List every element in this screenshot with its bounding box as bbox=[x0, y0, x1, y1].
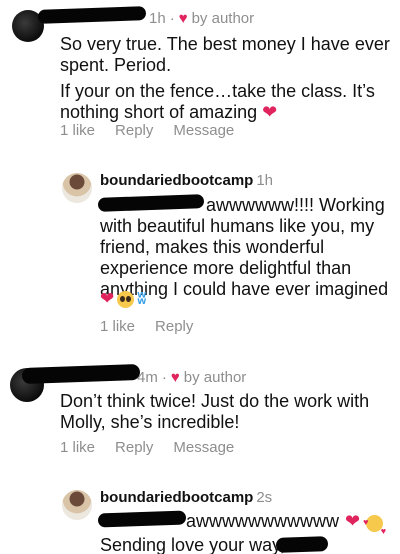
red-heart-icon: ❤ bbox=[345, 511, 361, 531]
comment-actions: 1 like Reply Message bbox=[60, 122, 234, 139]
reply-body: awwwwww!!!! Working with beautiful human… bbox=[100, 195, 390, 300]
reply-text: awwwwww!!!! Working with beautiful human… bbox=[100, 195, 389, 299]
reply-avatar[interactable] bbox=[62, 490, 92, 520]
comment-paragraph: So very true. The best money I have ever… bbox=[60, 34, 390, 75]
comment-body: So very true. The best money I have ever… bbox=[60, 34, 390, 128]
reply-actions: 1 like Reply bbox=[100, 318, 193, 335]
liked-by-author-heart-icon: ♥ bbox=[170, 369, 180, 386]
red-heart-icon: ❤ bbox=[100, 289, 115, 308]
redacted-mention bbox=[97, 510, 187, 528]
butterfly-icon: ʬ bbox=[137, 289, 147, 308]
comment-meta: 1h · ♥ by author bbox=[149, 10, 255, 27]
reply-button[interactable]: Reply bbox=[115, 439, 153, 456]
reply-body: awwwwwwwwwww ❤ bbox=[186, 511, 396, 542]
redacted-username bbox=[37, 6, 147, 24]
comment-paragraph: If your on the fence…take the class. It’… bbox=[60, 81, 375, 122]
red-heart-icon: ❤ bbox=[262, 102, 278, 122]
like-count[interactable]: 1 like bbox=[60, 122, 95, 139]
message-button[interactable]: Message bbox=[173, 122, 234, 139]
reply-avatar[interactable] bbox=[62, 173, 92, 203]
reply-header: boundariedbootcamp 2s bbox=[100, 489, 272, 506]
reply-text-2: Sending love your way, bbox=[100, 535, 285, 554]
reply-header: boundariedbootcamp 1h bbox=[100, 172, 273, 189]
pleading-face-icon bbox=[117, 291, 135, 308]
smiling-face-with-hearts-icon bbox=[363, 512, 386, 542]
liked-by-label: by author bbox=[183, 369, 247, 386]
comment-time: 4m bbox=[137, 369, 158, 386]
reply-button[interactable]: Reply bbox=[115, 122, 153, 139]
reply-text: awwwwwwwwwww bbox=[186, 511, 339, 531]
reply-body-line-2: Sending love your way, bbox=[100, 535, 390, 554]
reply-time: 1h bbox=[256, 172, 274, 189]
redacted-name bbox=[275, 536, 329, 553]
comment-time: 1h bbox=[149, 10, 166, 27]
comment-actions: 1 like Reply Message bbox=[60, 439, 234, 456]
message-button[interactable]: Message bbox=[173, 439, 234, 456]
redacted-username bbox=[21, 363, 141, 385]
liked-by-author-heart-icon: ♥ bbox=[178, 10, 188, 27]
reply-emojis: ❤ ʬ bbox=[100, 289, 146, 309]
reply-time: 2s bbox=[256, 489, 273, 506]
liked-by-label: by author bbox=[191, 10, 255, 27]
like-count[interactable]: 1 like bbox=[60, 439, 95, 456]
reply-username[interactable]: boundariedbootcamp bbox=[100, 489, 253, 506]
reply-button[interactable]: Reply bbox=[155, 318, 193, 335]
comment-paragraph: Don’t think twice! Just do the work with… bbox=[60, 391, 370, 432]
comment-body: Don’t think twice! Just do the work with… bbox=[60, 391, 380, 438]
like-count[interactable]: 1 like bbox=[100, 318, 135, 335]
reply-username[interactable]: boundariedbootcamp bbox=[100, 172, 253, 189]
comment-meta: 4m · ♥ by author bbox=[137, 369, 247, 386]
